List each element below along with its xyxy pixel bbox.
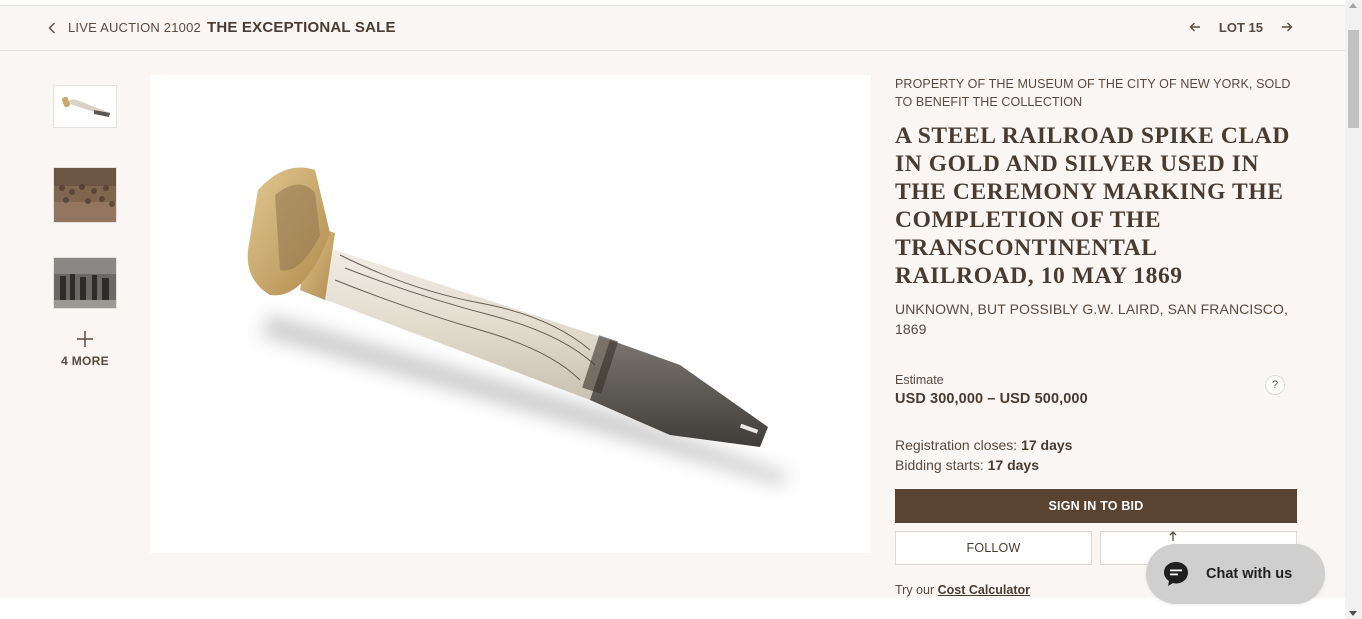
back-to-auction-link[interactable]: LIVE AUCTION 21002 THE EXCEPTIONAL SALE <box>46 19 396 36</box>
bidding-starts: Bidding starts: 17 days <box>895 457 1039 473</box>
maker-attribution: UNKNOWN, BUT POSSIBLY G.W. LAIRD, SAN FR… <box>895 301 1288 337</box>
sign-in-to-bid-button[interactable]: SIGN IN TO BID <box>895 489 1297 523</box>
plus-icon <box>77 331 93 347</box>
share-icon <box>1169 531 1177 541</box>
lot-navigation: LOT 15 <box>1187 19 1295 35</box>
scrollbar-thumb[interactable] <box>1348 30 1359 128</box>
arrow-right-icon <box>1282 22 1293 32</box>
auction-header: LIVE AUCTION 21002 THE EXCEPTIONAL SALE … <box>0 6 1345 51</box>
scroll-up-arrow-icon[interactable] <box>1349 3 1357 8</box>
chevron-left-icon <box>46 20 58 36</box>
main-lot-image[interactable] <box>150 75 871 553</box>
lot-title: A STEEL RAILROAD SPIKE CLAD IN GOLD AND … <box>895 123 1290 289</box>
cost-calculator-link[interactable]: Cost Calculator <box>938 583 1030 597</box>
auction-timing: Registration closes: 17 days Bidding sta… <box>895 435 1072 475</box>
arrow-left-icon <box>1189 22 1200 32</box>
next-lot-button[interactable] <box>1279 19 1295 35</box>
previous-lot-button[interactable] <box>1187 19 1203 35</box>
estimate-section: Estimate USD 300,000 – USD 500,000 ? <box>895 373 1297 407</box>
more-images-button[interactable]: 4 MORE <box>53 330 117 368</box>
thumbnail-spike[interactable] <box>53 85 117 128</box>
chat-bubble-icon <box>1164 562 1188 586</box>
lot-details: PROPERTY OF THE MUSEUM OF THE CITY OF NE… <box>895 75 1297 597</box>
provenance-note: PROPERTY OF THE MUSEUM OF THE CITY OF NE… <box>895 77 1291 109</box>
auction-number: LIVE AUCTION 21002 <box>68 20 201 35</box>
estimate-value: USD 300,000 – USD 500,000 <box>895 391 1088 407</box>
help-icon[interactable]: ? <box>1265 375 1285 395</box>
lot-number: LOT 15 <box>1218 19 1263 35</box>
scroll-down-arrow-icon[interactable] <box>1349 611 1357 616</box>
page-scrollbar[interactable] <box>1345 0 1362 619</box>
bottom-strip <box>0 598 1345 619</box>
thumbnail-crowd-photo[interactable] <box>53 167 117 223</box>
follow-button[interactable]: FOLLOW <box>895 531 1092 565</box>
auction-title: THE EXCEPTIONAL SALE <box>206 19 396 36</box>
chat-label: Chat with us <box>1206 566 1293 582</box>
registration-closes: Registration closes: 17 days <box>895 437 1073 453</box>
chat-widget-button[interactable]: Chat with us <box>1146 544 1325 604</box>
cost-calculator-line: Try our Cost Calculator <box>895 583 1030 597</box>
thumbnail-ceremony-photo[interactable] <box>53 257 117 309</box>
more-images-label: 4 MORE <box>61 354 109 368</box>
estimate-label: Estimate <box>895 373 944 387</box>
